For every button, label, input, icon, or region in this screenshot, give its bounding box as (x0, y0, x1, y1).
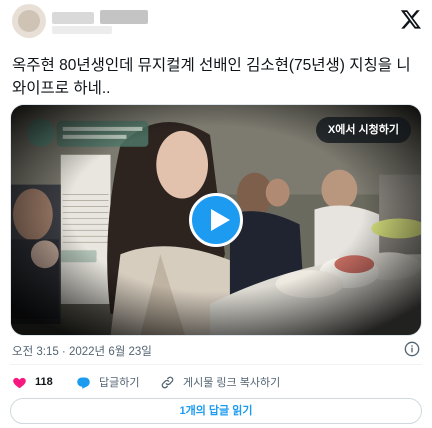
like-button[interactable]: 118 (12, 372, 53, 392)
reply-icon (77, 377, 90, 389)
author-avatar[interactable] (12, 4, 46, 38)
tweet-card: 옥주현 80년생인데 뮤지컬계 선배인 김소현(75년생) 지칭을 니와이프로 … (0, 0, 432, 428)
link-icon (161, 376, 174, 388)
author-handle-blurred[interactable] (100, 10, 148, 24)
video-player[interactable]: X에서 시청하기 (10, 104, 422, 336)
author-meta-blurred (52, 26, 112, 34)
copy-link-button[interactable]: 게시물 링크 복사하기 (160, 372, 280, 392)
tweet-timestamp[interactable]: 오전 3:15 · 2022년 6월 23일 (12, 343, 152, 359)
divider (10, 364, 422, 365)
copy-link-label: 게시물 링크 복사하기 (183, 377, 281, 389)
reply-label: 답글하기 (99, 377, 140, 389)
tweet-header (10, 4, 422, 40)
tweet-text: 옥주현 80년생인데 뮤지컬계 선배인 김소현(75년생) 지칭을 니와이프로 … (12, 57, 411, 97)
reply-button[interactable]: 답글하기 (76, 372, 139, 392)
author-name-blurred[interactable] (52, 12, 94, 24)
watch-on-x-button[interactable]: X에서 시청하기 (315, 117, 411, 143)
play-icon[interactable] (189, 193, 243, 247)
x-logo-icon[interactable] (400, 8, 422, 30)
read-replies-button[interactable]: 1개의 답글 읽기 (10, 398, 422, 424)
info-icon[interactable] (404, 341, 420, 357)
like-count: 118 (35, 376, 53, 388)
heart-icon (13, 377, 26, 388)
tweet-actions: 118 답글하기 게시물 링크 복사하기 (10, 372, 422, 392)
